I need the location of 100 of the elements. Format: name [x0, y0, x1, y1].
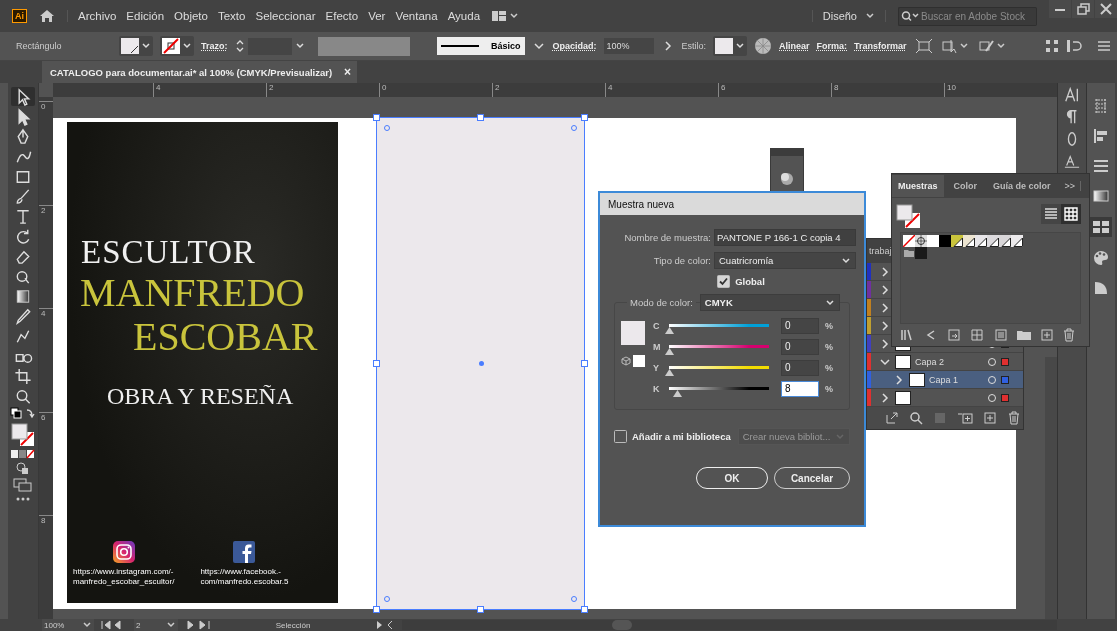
gradient-panel-icon[interactable] — [1092, 187, 1110, 205]
collapse-panel-button[interactable]: >> — [1064, 181, 1082, 191]
edit-color-group-icon[interactable] — [994, 328, 1008, 342]
target-icon[interactable] — [987, 356, 997, 367]
default-colors-icon[interactable] — [10, 407, 36, 421]
artboard-number-dropdown[interactable]: 2 — [134, 619, 178, 631]
close-tab-button[interactable]: × — [344, 65, 352, 79]
swatch-name-field[interactable]: PANTONE P 166-1 C copia 4 — [714, 229, 856, 246]
new-swatch-icon[interactable] — [1040, 328, 1054, 342]
menu-item[interactable]: Ver — [368, 10, 386, 22]
menu-icon[interactable] — [1097, 39, 1111, 53]
slider-thumb[interactable] — [665, 369, 674, 376]
export-icon[interactable] — [885, 411, 899, 425]
fill-stroke-icon[interactable] — [896, 204, 922, 230]
target-icon[interactable] — [987, 374, 997, 385]
new-layer-icon[interactable] — [983, 411, 997, 425]
slider-thumb[interactable] — [665, 327, 674, 334]
global-checkbox[interactable] — [717, 275, 731, 288]
brush-dropdown[interactable]: Básico — [436, 37, 525, 55]
fill-stroke-icon[interactable] — [10, 422, 36, 448]
menu-item[interactable]: Seleccionar — [255, 10, 316, 22]
slider-thumb[interactable] — [665, 348, 674, 355]
transparency-panel-icon[interactable] — [1092, 279, 1110, 297]
new-sublayer-icon[interactable] — [957, 411, 973, 425]
swatch-options-icon[interactable] — [946, 328, 962, 342]
document-tab[interactable]: CATALOGO para documentar.ai* al 100% (CMYK/Previsualizar) × — [42, 61, 358, 83]
layer-row[interactable]: Capa 1 — [867, 371, 1023, 389]
close-icon[interactable] — [1095, 0, 1117, 18]
color-swatch[interactable] — [951, 235, 963, 247]
menu-item[interactable]: Archivo — [78, 10, 117, 22]
panel-link[interactable]: Alinear — [779, 41, 810, 51]
palette-icon[interactable] — [1092, 249, 1110, 267]
registration-swatch[interactable] — [915, 235, 927, 247]
opacity-field[interactable]: 100% — [603, 38, 654, 54]
none-swatch[interactable] — [903, 235, 915, 247]
menu-item[interactable]: Objeto — [174, 10, 208, 22]
stroke-weight-field[interactable] — [234, 37, 305, 55]
folder-icon[interactable] — [903, 247, 915, 259]
color-swatch[interactable] — [987, 235, 999, 247]
zoom-dropdown[interactable]: 100% — [42, 619, 94, 631]
layer-name[interactable]: Capa 1 — [929, 374, 959, 385]
channel-value-field[interactable]: 0 — [781, 338, 819, 355]
menu-item[interactable]: Ventana — [395, 10, 438, 22]
screen-mode-icon[interactable] — [12, 477, 34, 493]
color-swatch[interactable] — [939, 235, 951, 247]
color-group-icon[interactable] — [970, 328, 986, 342]
opacity-label[interactable]: Opacidad: — [552, 41, 597, 51]
properties-list-icon[interactable] — [1092, 157, 1110, 175]
panel-tab[interactable]: Color — [947, 175, 983, 197]
target-icon[interactable] — [987, 392, 997, 403]
color-type-dropdown[interactable]: Cuatricromía — [714, 252, 856, 269]
folder-icon[interactable] — [1016, 328, 1032, 342]
color-swatch[interactable] — [927, 235, 939, 247]
trash-icon[interactable] — [1007, 411, 1021, 425]
home-icon[interactable] — [39, 9, 55, 23]
channel-value-field[interactable]: 0 — [781, 317, 819, 334]
panel-tab[interactable]: Guía de color — [987, 175, 1057, 197]
workspace-switcher[interactable]: Diseño — [811, 10, 886, 22]
recolor-artwork-icon[interactable] — [754, 37, 773, 55]
restore-icon[interactable] — [1072, 0, 1094, 18]
out-of-gamut-swatch[interactable] — [633, 355, 645, 367]
color-swatch[interactable] — [999, 235, 1011, 247]
channel-value-field[interactable]: 8 — [781, 380, 819, 397]
panel-link[interactable]: Forma: — [816, 41, 848, 51]
layer-name[interactable]: Capa 2 — [915, 356, 945, 367]
isolate-object-icon[interactable] — [913, 37, 934, 55]
distribute-icon[interactable] — [1045, 39, 1059, 53]
trash-icon[interactable] — [1062, 328, 1076, 342]
minimize-icon[interactable] — [1049, 0, 1071, 18]
color-mode-dropdown[interactable]: CMYK — [699, 294, 840, 311]
menu-item[interactable]: Ayuda — [447, 10, 481, 22]
style-swatch-dropdown[interactable] — [713, 36, 748, 56]
select-similar-icon[interactable] — [940, 37, 971, 55]
color-swatch[interactable] — [963, 235, 975, 247]
library-checkbox[interactable] — [614, 430, 627, 443]
channel-value-field[interactable]: 0 — [781, 359, 819, 376]
color-swatch[interactable] — [1011, 235, 1023, 247]
horizontal-scrollbar[interactable] — [402, 620, 1057, 630]
panel-tab[interactable]: Muestras — [892, 175, 944, 197]
color-swatch[interactable] — [975, 235, 987, 247]
next-last-icon[interactable] — [184, 620, 212, 630]
vertical-scrollbar[interactable] — [1045, 357, 1057, 619]
panel-link[interactable]: Transformar — [854, 41, 907, 51]
swatches-panel-icon[interactable] — [1090, 217, 1112, 237]
panel-tab[interactable]: trabaj — [869, 246, 892, 256]
character-panel-icon[interactable] — [1064, 87, 1080, 103]
layout-switcher-icon[interactable] — [492, 10, 521, 22]
menu-item[interactable]: Edición — [126, 10, 165, 22]
text-style-icon[interactable] — [1064, 153, 1080, 169]
fill-swatch-dropdown[interactable] — [119, 36, 153, 56]
menu-item[interactable]: Efecto — [325, 10, 359, 22]
stroke-label[interactable]: Trazo: — [201, 41, 228, 51]
grid-view-icon[interactable] — [1061, 204, 1081, 224]
color-mode-icon[interactable] — [10, 449, 36, 459]
menu-item[interactable]: Texto — [217, 10, 246, 22]
selection-tool-icon[interactable] — [11, 87, 35, 106]
color-swatch[interactable] — [915, 247, 927, 259]
stroke-swatch-dropdown[interactable] — [160, 36, 194, 56]
search-icon[interactable] — [909, 411, 923, 425]
align-panel-icon[interactable] — [1092, 127, 1110, 145]
